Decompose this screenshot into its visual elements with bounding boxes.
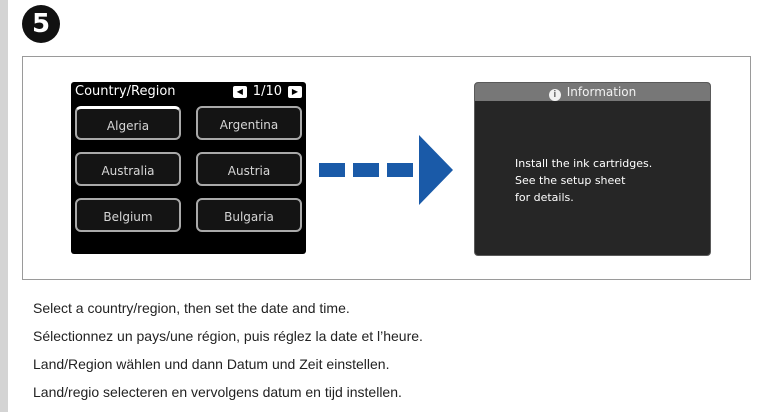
instruction-text: Select a country/region, then set the da…	[33, 294, 423, 406]
country-button-bulgaria[interactable]: Bulgaria	[196, 198, 302, 232]
info-message-line: See the setup sheet	[515, 174, 626, 187]
arrow-dash-2	[353, 163, 379, 177]
info-message-line: Install the ink cartridges.	[515, 157, 653, 170]
right-arrow-icon[interactable]: ▶	[288, 86, 302, 98]
arrow-dash-3	[387, 163, 413, 177]
country-button-argentina[interactable]: Argentina	[196, 106, 302, 140]
information-screen: i Information Install the ink cartridges.…	[474, 82, 711, 256]
arrow-dash-1	[319, 163, 345, 177]
info-message-line: for details.	[515, 191, 574, 204]
side-bar	[0, 0, 8, 412]
info-message: Install the ink cartridges. See the setu…	[515, 155, 652, 206]
country-region-screen: Country/Region ◀ 1/10 ▶ Algeria Argentin…	[71, 82, 306, 254]
illustration-frame: Country/Region ◀ 1/10 ▶ Algeria Argentin…	[22, 56, 751, 280]
info-title: Information	[566, 85, 637, 99]
arrow-head	[419, 135, 453, 205]
transition-arrow-icon	[319, 135, 453, 205]
page-navigator: ◀ 1/10 ▶	[232, 84, 302, 100]
country-button-belgium[interactable]: Belgium	[75, 198, 181, 232]
page-indicator: 1/10	[252, 84, 282, 99]
info-icon: i	[548, 89, 561, 101]
instruction-de: Land/Region wählen und dann Datum und Ze…	[33, 356, 390, 372]
instruction-nl: Land/regio selecteren en vervolgens datu…	[33, 384, 402, 400]
left-arrow-icon[interactable]: ◀	[232, 86, 247, 98]
instruction-fr: Sélectionnez un pays/une région, puis ré…	[33, 328, 423, 344]
country-button-australia[interactable]: Australia	[75, 152, 181, 186]
step-number-badge: 5	[22, 5, 60, 43]
country-button-algeria[interactable]: Algeria	[75, 106, 181, 140]
country-button-austria[interactable]: Austria	[196, 152, 302, 186]
screen-title: Country/Region	[75, 84, 176, 99]
info-title-bar: i Information	[475, 83, 710, 101]
instruction-en: Select a country/region, then set the da…	[33, 300, 350, 316]
